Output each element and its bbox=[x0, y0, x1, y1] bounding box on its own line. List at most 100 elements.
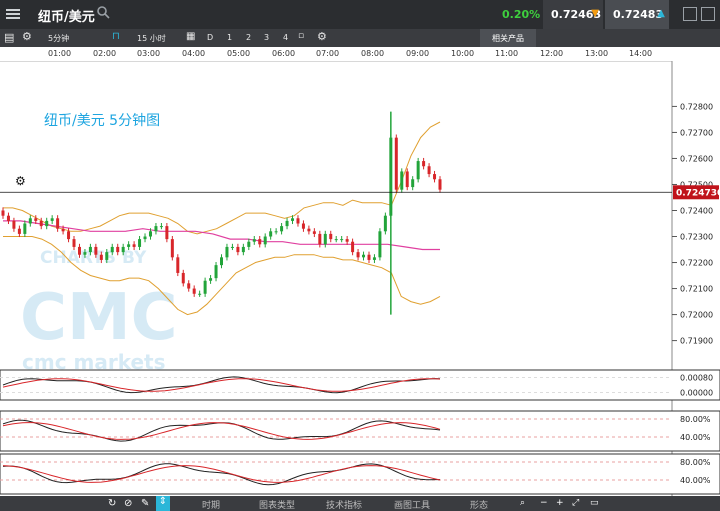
time-label: 06:00 bbox=[272, 49, 296, 58]
zoom-in-icon[interactable]: + bbox=[556, 498, 564, 508]
layout-icon[interactable]: ▤ bbox=[4, 31, 14, 44]
candle bbox=[433, 174, 437, 180]
buy-price-button[interactable]: 0.72483 ▲ bbox=[605, 0, 669, 29]
candle bbox=[165, 226, 169, 240]
candle bbox=[77, 246, 81, 255]
arrow-up-icon: ▲ bbox=[657, 8, 665, 19]
candle bbox=[88, 246, 92, 253]
multi-chart-icon[interactable]: ▫ bbox=[298, 31, 304, 41]
indicator-tick-label: 40.00% bbox=[680, 433, 711, 442]
related-products-button[interactable]: 相关产品 bbox=[480, 29, 536, 47]
indicator-tick-label: 80.00% bbox=[680, 458, 711, 467]
candle bbox=[372, 257, 376, 260]
candle bbox=[252, 239, 256, 242]
chart-1-button[interactable]: 1 bbox=[227, 33, 232, 42]
indicators-button[interactable]: 技术指标 bbox=[326, 498, 362, 511]
buy-price: 0.72483 bbox=[613, 8, 664, 21]
gear-icon[interactable]: ⚙ bbox=[317, 30, 327, 43]
candle bbox=[438, 179, 442, 190]
candle bbox=[192, 288, 196, 294]
candle bbox=[411, 179, 415, 188]
menu-icon[interactable] bbox=[6, 7, 20, 21]
candle bbox=[329, 233, 333, 240]
candle bbox=[159, 226, 163, 228]
change-percent: 0.20% bbox=[502, 8, 541, 21]
range-select[interactable]: 15 小时 bbox=[137, 33, 166, 44]
candle bbox=[28, 218, 32, 224]
time-label: 08:00 bbox=[361, 49, 385, 58]
chart-4-button[interactable]: 4 bbox=[283, 33, 288, 42]
sell-price-button[interactable]: 0.72463 ▼ bbox=[543, 0, 603, 29]
candle bbox=[307, 228, 311, 232]
crosshair-settings-icon[interactable]: ⚙ bbox=[15, 174, 26, 188]
calendar-icon[interactable]: ▦ bbox=[186, 31, 195, 42]
screen-icon[interactable]: ▭ bbox=[590, 498, 599, 508]
price-axis: 0.728000.727000.726000.725000.724000.723… bbox=[672, 102, 713, 346]
upper-band bbox=[3, 121, 441, 235]
chart-area[interactable]: CHARTS BY CMC cmc markets 0.72800 0.72700… bbox=[0, 61, 720, 496]
time-label: 13:00 bbox=[585, 49, 609, 58]
candle bbox=[203, 280, 207, 294]
candle bbox=[148, 231, 152, 237]
title-bar: 纽币/美元 0.20% 0.72463 ▼ 0.72483 ▲ bbox=[0, 0, 720, 29]
zoom-icon[interactable]: ⌕ bbox=[520, 498, 525, 508]
candle bbox=[422, 161, 426, 167]
indicator-tick-label: 80.00% bbox=[680, 415, 711, 424]
zoom-out-icon[interactable]: − bbox=[540, 498, 548, 508]
minimize-icon[interactable] bbox=[683, 7, 697, 21]
candle bbox=[214, 265, 218, 279]
restore-icon[interactable] bbox=[701, 7, 715, 21]
time-label: 03:00 bbox=[137, 49, 161, 58]
candle bbox=[263, 236, 267, 245]
no-entry-icon[interactable]: ⊘ bbox=[124, 498, 132, 509]
candle bbox=[367, 254, 371, 260]
candle bbox=[61, 228, 65, 232]
chart-3-button[interactable]: 3 bbox=[264, 33, 269, 42]
candle bbox=[394, 137, 398, 190]
candle bbox=[34, 218, 38, 221]
candle bbox=[110, 246, 114, 253]
patterns-button[interactable]: 形态 bbox=[470, 498, 488, 511]
timeframe-select[interactable]: 5分钟 bbox=[48, 33, 69, 44]
pencil-icon[interactable]: ✎ bbox=[141, 498, 149, 509]
candle bbox=[23, 223, 27, 234]
candle bbox=[39, 220, 43, 227]
candle bbox=[99, 254, 103, 260]
candle bbox=[378, 231, 382, 258]
macd-panel bbox=[0, 369, 720, 401]
candle bbox=[83, 252, 87, 255]
candle bbox=[230, 246, 234, 248]
settings-icon[interactable]: ⚙ bbox=[22, 30, 32, 43]
candle bbox=[121, 246, 125, 253]
candle bbox=[405, 171, 409, 188]
candle bbox=[274, 231, 278, 233]
chart-2-button[interactable]: 2 bbox=[246, 33, 251, 42]
price-tick-label: 0.71900 bbox=[680, 337, 713, 346]
candle bbox=[258, 239, 262, 245]
time-label: 07:00 bbox=[316, 49, 340, 58]
period-button[interactable]: 时期 bbox=[202, 498, 220, 511]
candle bbox=[187, 283, 191, 289]
candle bbox=[285, 220, 289, 227]
price-tick-label: 0.72700 bbox=[680, 128, 713, 137]
time-label: 09:00 bbox=[406, 49, 430, 58]
scroll-icon[interactable]: ⇕ bbox=[156, 496, 170, 511]
chart-type-button[interactable]: 图表类型 bbox=[259, 498, 295, 511]
fit-icon[interactable]: ⤢ bbox=[572, 498, 579, 508]
currency-pair-title[interactable]: 纽币/美元 bbox=[38, 6, 95, 25]
candle bbox=[181, 272, 185, 284]
candle bbox=[94, 246, 98, 255]
draw-button[interactable]: D bbox=[207, 33, 213, 42]
indicator-tick-label: 0.00000 bbox=[680, 389, 713, 398]
candle bbox=[176, 257, 180, 273]
candle bbox=[220, 257, 223, 266]
candle bbox=[247, 241, 251, 247]
draw-tools-button[interactable]: 画图工具 bbox=[394, 498, 430, 511]
candle bbox=[6, 215, 10, 221]
refresh-icon[interactable]: ↻ bbox=[108, 498, 116, 509]
search-icon[interactable] bbox=[97, 6, 110, 19]
candle bbox=[209, 278, 213, 281]
time-label: 12:00 bbox=[540, 49, 564, 58]
candle bbox=[1, 210, 5, 216]
lock-icon[interactable]: ⊓ bbox=[112, 31, 120, 42]
